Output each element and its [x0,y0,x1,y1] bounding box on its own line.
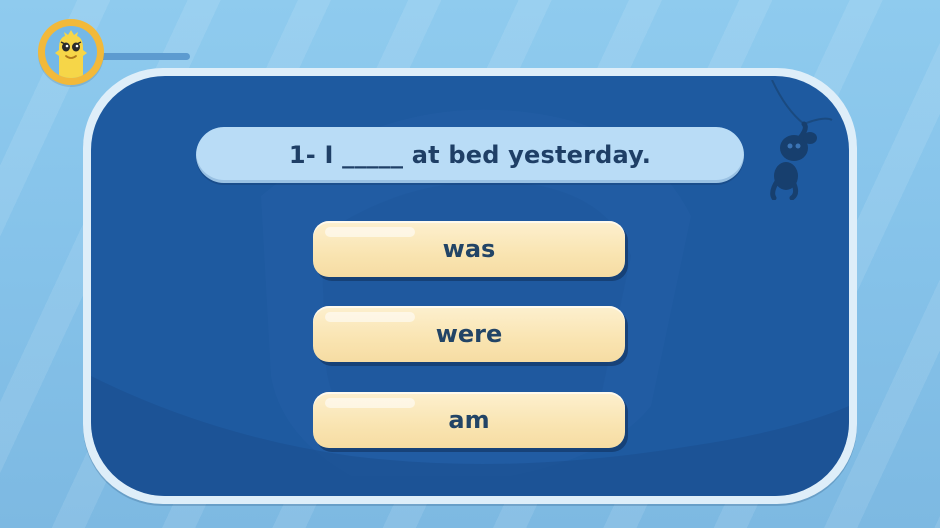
question-text: 1- I _____ at bed yesterday. [288,141,652,169]
answer-gloss [325,398,415,408]
player-avatar [38,19,104,85]
answer-gloss [325,312,415,322]
answer-label: am [448,406,490,434]
answer-label: were [435,320,503,348]
avatar-background [45,26,97,78]
hanging-monkey-silhouette-icon [770,80,833,200]
answer-gloss [325,227,415,237]
yellow-monster-avatar-icon [55,30,87,78]
answer-option-am[interactable]: am [313,392,625,448]
answer-option-were[interactable]: were [313,306,625,362]
answer-label: was [442,235,496,263]
question-banner: 1- I _____ at bed yesterday. [196,127,744,183]
progress-bar [98,53,190,60]
answer-option-was[interactable]: was [313,221,625,277]
